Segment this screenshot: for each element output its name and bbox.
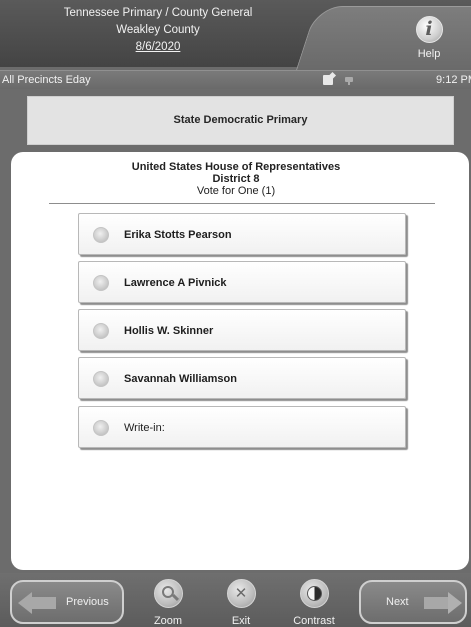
zoom-icon bbox=[153, 579, 183, 608]
ballot-icon bbox=[323, 75, 333, 85]
exit-label: Exit bbox=[231, 615, 251, 627]
election-date: 8/6/2020 bbox=[135, 41, 181, 53]
banner-title: State Democratic Primary bbox=[173, 114, 308, 126]
radio-button[interactable] bbox=[93, 227, 109, 243]
contest-banner: State Democratic Primary bbox=[27, 96, 454, 145]
ballot-panel: United States House of Representatives D… bbox=[11, 152, 469, 570]
radio-button[interactable] bbox=[93, 371, 109, 387]
clock: 9:12 PM bbox=[436, 74, 471, 86]
info-icon: i bbox=[415, 16, 443, 43]
next-button[interactable]: Next bbox=[359, 580, 467, 624]
contrast-icon bbox=[299, 579, 329, 608]
header: Tennessee Primary / County General Weakl… bbox=[0, 0, 471, 70]
zoom-label: Zoom bbox=[153, 615, 183, 627]
radio-button[interactable] bbox=[93, 420, 109, 436]
divider bbox=[49, 203, 435, 204]
power-plug-icon bbox=[345, 74, 353, 85]
candidate-name: Hollis W. Skinner bbox=[124, 325, 214, 337]
county-name: Weakley County bbox=[116, 24, 200, 36]
vote-instructions: Vote for One (1) bbox=[196, 185, 276, 197]
footer-nav: Previous Zoom ✕ Exit Contrast Next bbox=[0, 573, 471, 627]
arrow-right-icon bbox=[424, 592, 464, 614]
radio-button[interactable] bbox=[93, 275, 109, 291]
contrast-button[interactable]: Contrast bbox=[286, 579, 342, 627]
arrow-left-icon bbox=[18, 592, 58, 614]
zoom-button[interactable]: Zoom bbox=[140, 579, 196, 627]
previous-button[interactable]: Previous bbox=[10, 580, 124, 624]
help-button[interactable]: i Help bbox=[410, 16, 448, 64]
write-in-label: Write-in: bbox=[124, 422, 165, 434]
contrast-label: Contrast bbox=[293, 615, 335, 627]
previous-label: Previous bbox=[66, 596, 109, 608]
election-info: Tennessee Primary / County General Weakl… bbox=[40, 0, 276, 67]
candidate-option[interactable]: Hollis W. Skinner bbox=[78, 309, 406, 351]
status-icons bbox=[323, 74, 363, 86]
election-title: Tennessee Primary / County General bbox=[63, 7, 253, 19]
exit-button[interactable]: ✕ Exit bbox=[213, 579, 269, 627]
candidate-option[interactable]: Erika Stotts Pearson bbox=[78, 213, 406, 255]
write-in-option[interactable]: Write-in: bbox=[78, 406, 406, 448]
candidate-option[interactable]: Savannah Williamson bbox=[78, 357, 406, 399]
precinct-label: All Precincts Eday bbox=[2, 74, 91, 86]
contest-header: United States House of Representatives D… bbox=[11, 161, 461, 197]
candidate-name: Erika Stotts Pearson bbox=[124, 229, 232, 241]
candidate-name: Lawrence A Pivnick bbox=[124, 277, 227, 289]
radio-button[interactable] bbox=[93, 323, 109, 339]
candidate-name: Savannah Williamson bbox=[124, 373, 237, 385]
status-bar: All Precincts Eday 9:12 PM bbox=[0, 70, 471, 89]
candidate-option[interactable]: Lawrence A Pivnick bbox=[78, 261, 406, 303]
office-title: United States House of Representatives bbox=[131, 161, 341, 173]
next-label: Next bbox=[386, 596, 409, 608]
help-label: Help bbox=[417, 48, 441, 60]
district-title: District 8 bbox=[212, 173, 260, 185]
exit-icon: ✕ bbox=[226, 579, 256, 608]
